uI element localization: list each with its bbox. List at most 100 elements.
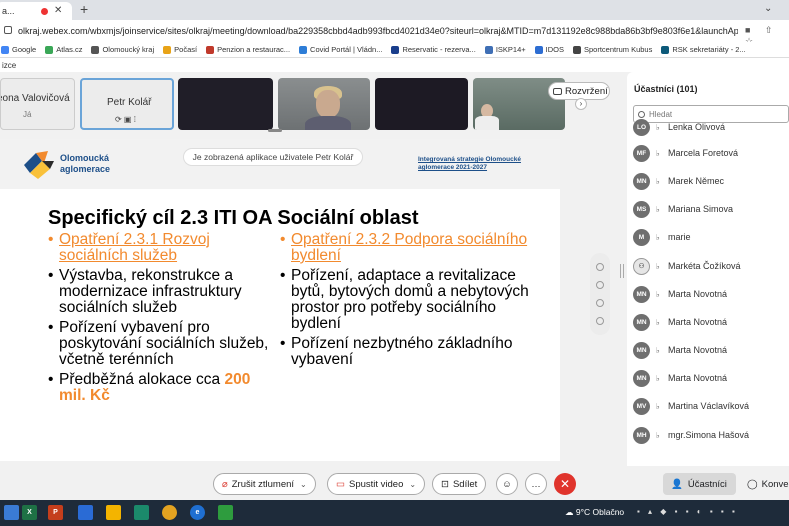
chevron-down-icon[interactable]: ⌄ — [300, 480, 307, 489]
windows-start-icon[interactable] — [4, 505, 19, 520]
video-tile[interactable] — [178, 78, 273, 130]
app-icon[interactable] — [78, 505, 93, 520]
share-button[interactable]: ⊡ Sdílet — [432, 473, 487, 495]
chrome-icon[interactable] — [162, 505, 177, 520]
bookmark-item[interactable]: Google — [1, 45, 36, 54]
sharing-notice: Je zobrazená aplikace uživatele Petr Kol… — [183, 148, 363, 166]
video-tile-self[interactable]: eona Valovičová Já — [0, 78, 75, 130]
leave-meeting-button[interactable]: ✕ — [554, 473, 576, 495]
mic-muted-icon: ♭ — [656, 317, 660, 327]
edge-icon[interactable]: e — [190, 505, 205, 520]
sharing-status-icon: ⟳ ▣ ⁞ — [115, 115, 136, 124]
close-icon[interactable]: ✕ — [54, 5, 62, 16]
bookmark-icon — [661, 45, 670, 54]
chat-button[interactable]: ◯ Konve — [747, 473, 789, 495]
bookmark-item[interactable]: Covid Portál | Vládn... — [299, 45, 382, 54]
bookmark-item[interactable]: IDOS — [534, 45, 564, 54]
expand-icon[interactable] — [596, 263, 604, 271]
bookmark-item[interactable]: Počasí — [163, 45, 197, 54]
system-tray[interactable]: ▪ ▴ ◆ ▪ ▪ ◐ ▪ ▪ ▪ — [637, 507, 738, 516]
bookmark-item[interactable]: Sportcentrum Kubus — [572, 45, 652, 54]
measure-heading: Opatření 2.3.2 Podpora sociálního bydlen… — [280, 232, 530, 264]
reactions-button[interactable]: ☺ — [496, 473, 518, 495]
org-name: Olomoucká aglomerace — [60, 153, 111, 174]
layout-icon — [553, 88, 562, 95]
browser-tab-bar: a... ✕ + ⌄ — [0, 0, 789, 20]
participant-name: Petr Kolář — [107, 97, 152, 108]
participant-row[interactable]: M ♭ marie — [633, 226, 691, 248]
avatar: LO — [633, 118, 650, 136]
bookmark-item[interactable]: Reservatic - rezerva... — [391, 45, 476, 54]
video-strip-resize-handle[interactable] — [268, 129, 282, 132]
zoom-control-bar[interactable] — [590, 253, 610, 335]
mic-muted-icon: ♭ — [656, 232, 660, 242]
windows-taskbar: X P e ☁ 9°C Oblačno ▪ ▴ ◆ ▪ ▪ ◐ ▪ ▪ ▪ — [0, 500, 789, 526]
bookmark-icon — [163, 45, 172, 54]
participants-title: Účastníci (101) — [634, 84, 698, 94]
video-person-head — [316, 90, 340, 118]
allocation-item: Předběžná alokace cca 200 mil. Kč — [48, 372, 273, 404]
participant-row[interactable]: MN ♭ Marta Novotná — [633, 339, 727, 361]
chevron-down-icon[interactable]: ⌄ — [409, 480, 416, 489]
address-bar[interactable]: olkraj.webex.com/wbxmjs/joinservice/site… — [0, 20, 789, 46]
bookmark-icon — [1, 45, 9, 54]
app-icon[interactable] — [134, 505, 149, 520]
file-explorer-icon[interactable] — [106, 505, 121, 520]
bookmark-icon — [45, 45, 54, 54]
chevron-down-icon[interactable]: ⌄ — [764, 3, 772, 14]
participant-row[interactable]: MH ♭ mgr.Simona Hašová — [633, 424, 749, 446]
bullet-item: Pořízení, adaptace a revitalizace bytů, … — [280, 268, 530, 332]
more-icon: … — [531, 478, 541, 490]
panel-resize-handle[interactable] — [620, 264, 624, 278]
participant-row[interactable]: LO ♭ Lenka Olivová — [633, 116, 725, 138]
video-tile[interactable] — [375, 78, 468, 130]
bookmark-item[interactable]: RSK sekretariáty - 2... — [661, 45, 746, 54]
participant-row[interactable]: MN ♭ Marta Novotná — [633, 311, 727, 333]
video-person-body — [305, 116, 351, 130]
mic-muted-icon: ♭ — [656, 261, 660, 271]
participant-row[interactable]: MN ♭ Marta Novotná — [633, 283, 727, 305]
self-label: Já — [23, 110, 32, 119]
app-icon[interactable] — [218, 505, 233, 520]
excel-icon[interactable]: X — [22, 505, 37, 520]
unmute-button[interactable]: ⌀ Zrušit ztlumení ⌄ — [213, 473, 316, 495]
avatar: MN — [633, 172, 650, 190]
url-text[interactable]: olkraj.webex.com/wbxmjs/joinservice/site… — [18, 26, 738, 36]
participants-button[interactable]: 👤 Účastníci — [663, 473, 736, 495]
chevron-right-icon[interactable]: › — [575, 98, 587, 110]
video-tile[interactable] — [278, 78, 370, 130]
participant-row[interactable]: MN ♭ Marek Němec — [633, 170, 724, 192]
weather-widget[interactable]: ☁ 9°C Oblačno — [565, 507, 624, 518]
participant-name: mgr.Simona Hašová — [668, 430, 750, 440]
bookmark-item[interactable]: Penzion a restaurac... — [206, 45, 290, 54]
participant-row[interactable]: MS ♭ Mariana Simova — [633, 198, 733, 220]
video-tile-active-speaker[interactable]: Petr Kolář ⟳ ▣ ⁞ — [80, 78, 174, 130]
app-strip-label: izce — [2, 61, 17, 70]
avatar: MN — [633, 313, 650, 331]
fit-icon[interactable] — [596, 317, 604, 325]
avatar: MN — [633, 341, 650, 359]
participant-row[interactable]: MN ♭ Marta Novotná — [633, 367, 727, 389]
new-tab-icon[interactable]: + — [80, 1, 88, 17]
bookmark-icon — [206, 45, 215, 54]
mic-muted-icon: ♭ — [656, 204, 660, 214]
participants-panel: Účastníci (101) Hledat LO ♭ Lenka Olivová … — [627, 72, 789, 466]
powerpoint-icon[interactable]: P — [48, 505, 63, 520]
participant-row[interactable]: MF ♭ Marcela Foretová — [633, 142, 738, 164]
zoom-out-icon[interactable] — [596, 299, 604, 307]
bookmark-item[interactable]: Atlas.cz — [45, 45, 82, 54]
slide-column-right: Opatření 2.3.2 Podpora sociálního bydlen… — [280, 232, 530, 372]
cloud-icon: ☁ — [565, 507, 574, 517]
participant-row[interactable]: MV ♭ Martina Václavíková — [633, 395, 749, 417]
participant-row[interactable]: ⚇ ♭ Markéta Čožíková — [633, 255, 741, 277]
participant-name: eona Valovičová — [0, 93, 70, 104]
start-video-button[interactable]: ▭ Spustit video ⌄ — [327, 473, 426, 495]
participant-name: Mariana Simova — [668, 204, 734, 214]
zoom-in-icon[interactable] — [596, 281, 604, 289]
bookmark-item[interactable]: ISKP14+ — [484, 45, 526, 54]
bookmark-item[interactable]: Olomoucký kraj — [91, 45, 154, 54]
avatar: ⚇ — [633, 257, 650, 275]
more-options-button[interactable]: … — [525, 473, 547, 495]
slide-title: Specifický cíl 2.3 ITI OA Sociální oblas… — [48, 207, 419, 229]
browser-tab[interactable]: a... ✕ — [0, 2, 72, 20]
